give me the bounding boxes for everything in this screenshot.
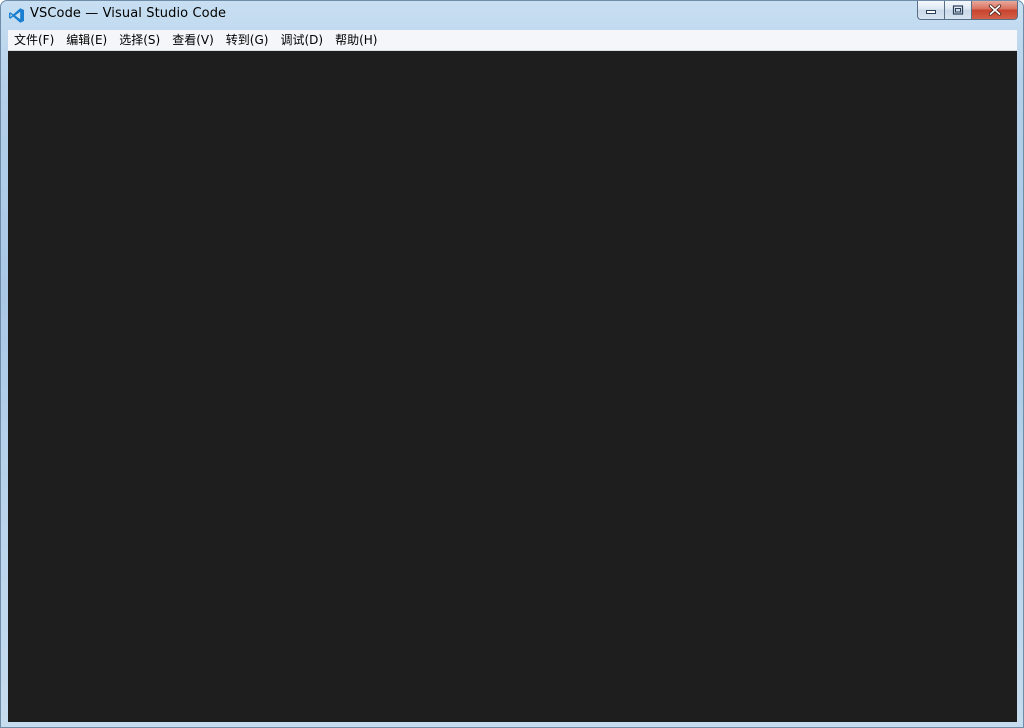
menu-file[interactable]: 文件(F) bbox=[8, 30, 60, 51]
menu-view[interactable]: 查看(V) bbox=[166, 30, 220, 51]
window-bottom-frame[interactable] bbox=[1, 721, 1023, 727]
application-window: VSCode — Visual Studio Code 文件(F) 编辑(E) … bbox=[0, 0, 1024, 728]
title-bar[interactable]: VSCode — Visual Studio Code bbox=[1, 1, 1023, 30]
maximize-icon bbox=[952, 5, 964, 15]
close-icon bbox=[988, 4, 1001, 16]
menu-edit[interactable]: 编辑(E) bbox=[60, 30, 113, 51]
editor-area[interactable] bbox=[8, 51, 1017, 722]
vscode-logo-icon[interactable] bbox=[8, 7, 25, 24]
minimize-button[interactable] bbox=[917, 1, 944, 20]
caption-buttons bbox=[917, 1, 1018, 21]
close-button[interactable] bbox=[971, 1, 1018, 20]
menu-debug[interactable]: 调试(D) bbox=[274, 30, 329, 51]
maximize-button[interactable] bbox=[944, 1, 971, 20]
menu-help[interactable]: 帮助(H) bbox=[329, 30, 383, 51]
menu-go[interactable]: 转到(G) bbox=[220, 30, 275, 51]
menu-bar: 文件(F) 编辑(E) 选择(S) 查看(V) 转到(G) 调试(D) 帮助(H… bbox=[8, 30, 1017, 51]
minimize-icon bbox=[926, 10, 936, 14]
menu-selection[interactable]: 选择(S) bbox=[113, 30, 166, 51]
window-title: VSCode — Visual Studio Code bbox=[30, 6, 227, 21]
